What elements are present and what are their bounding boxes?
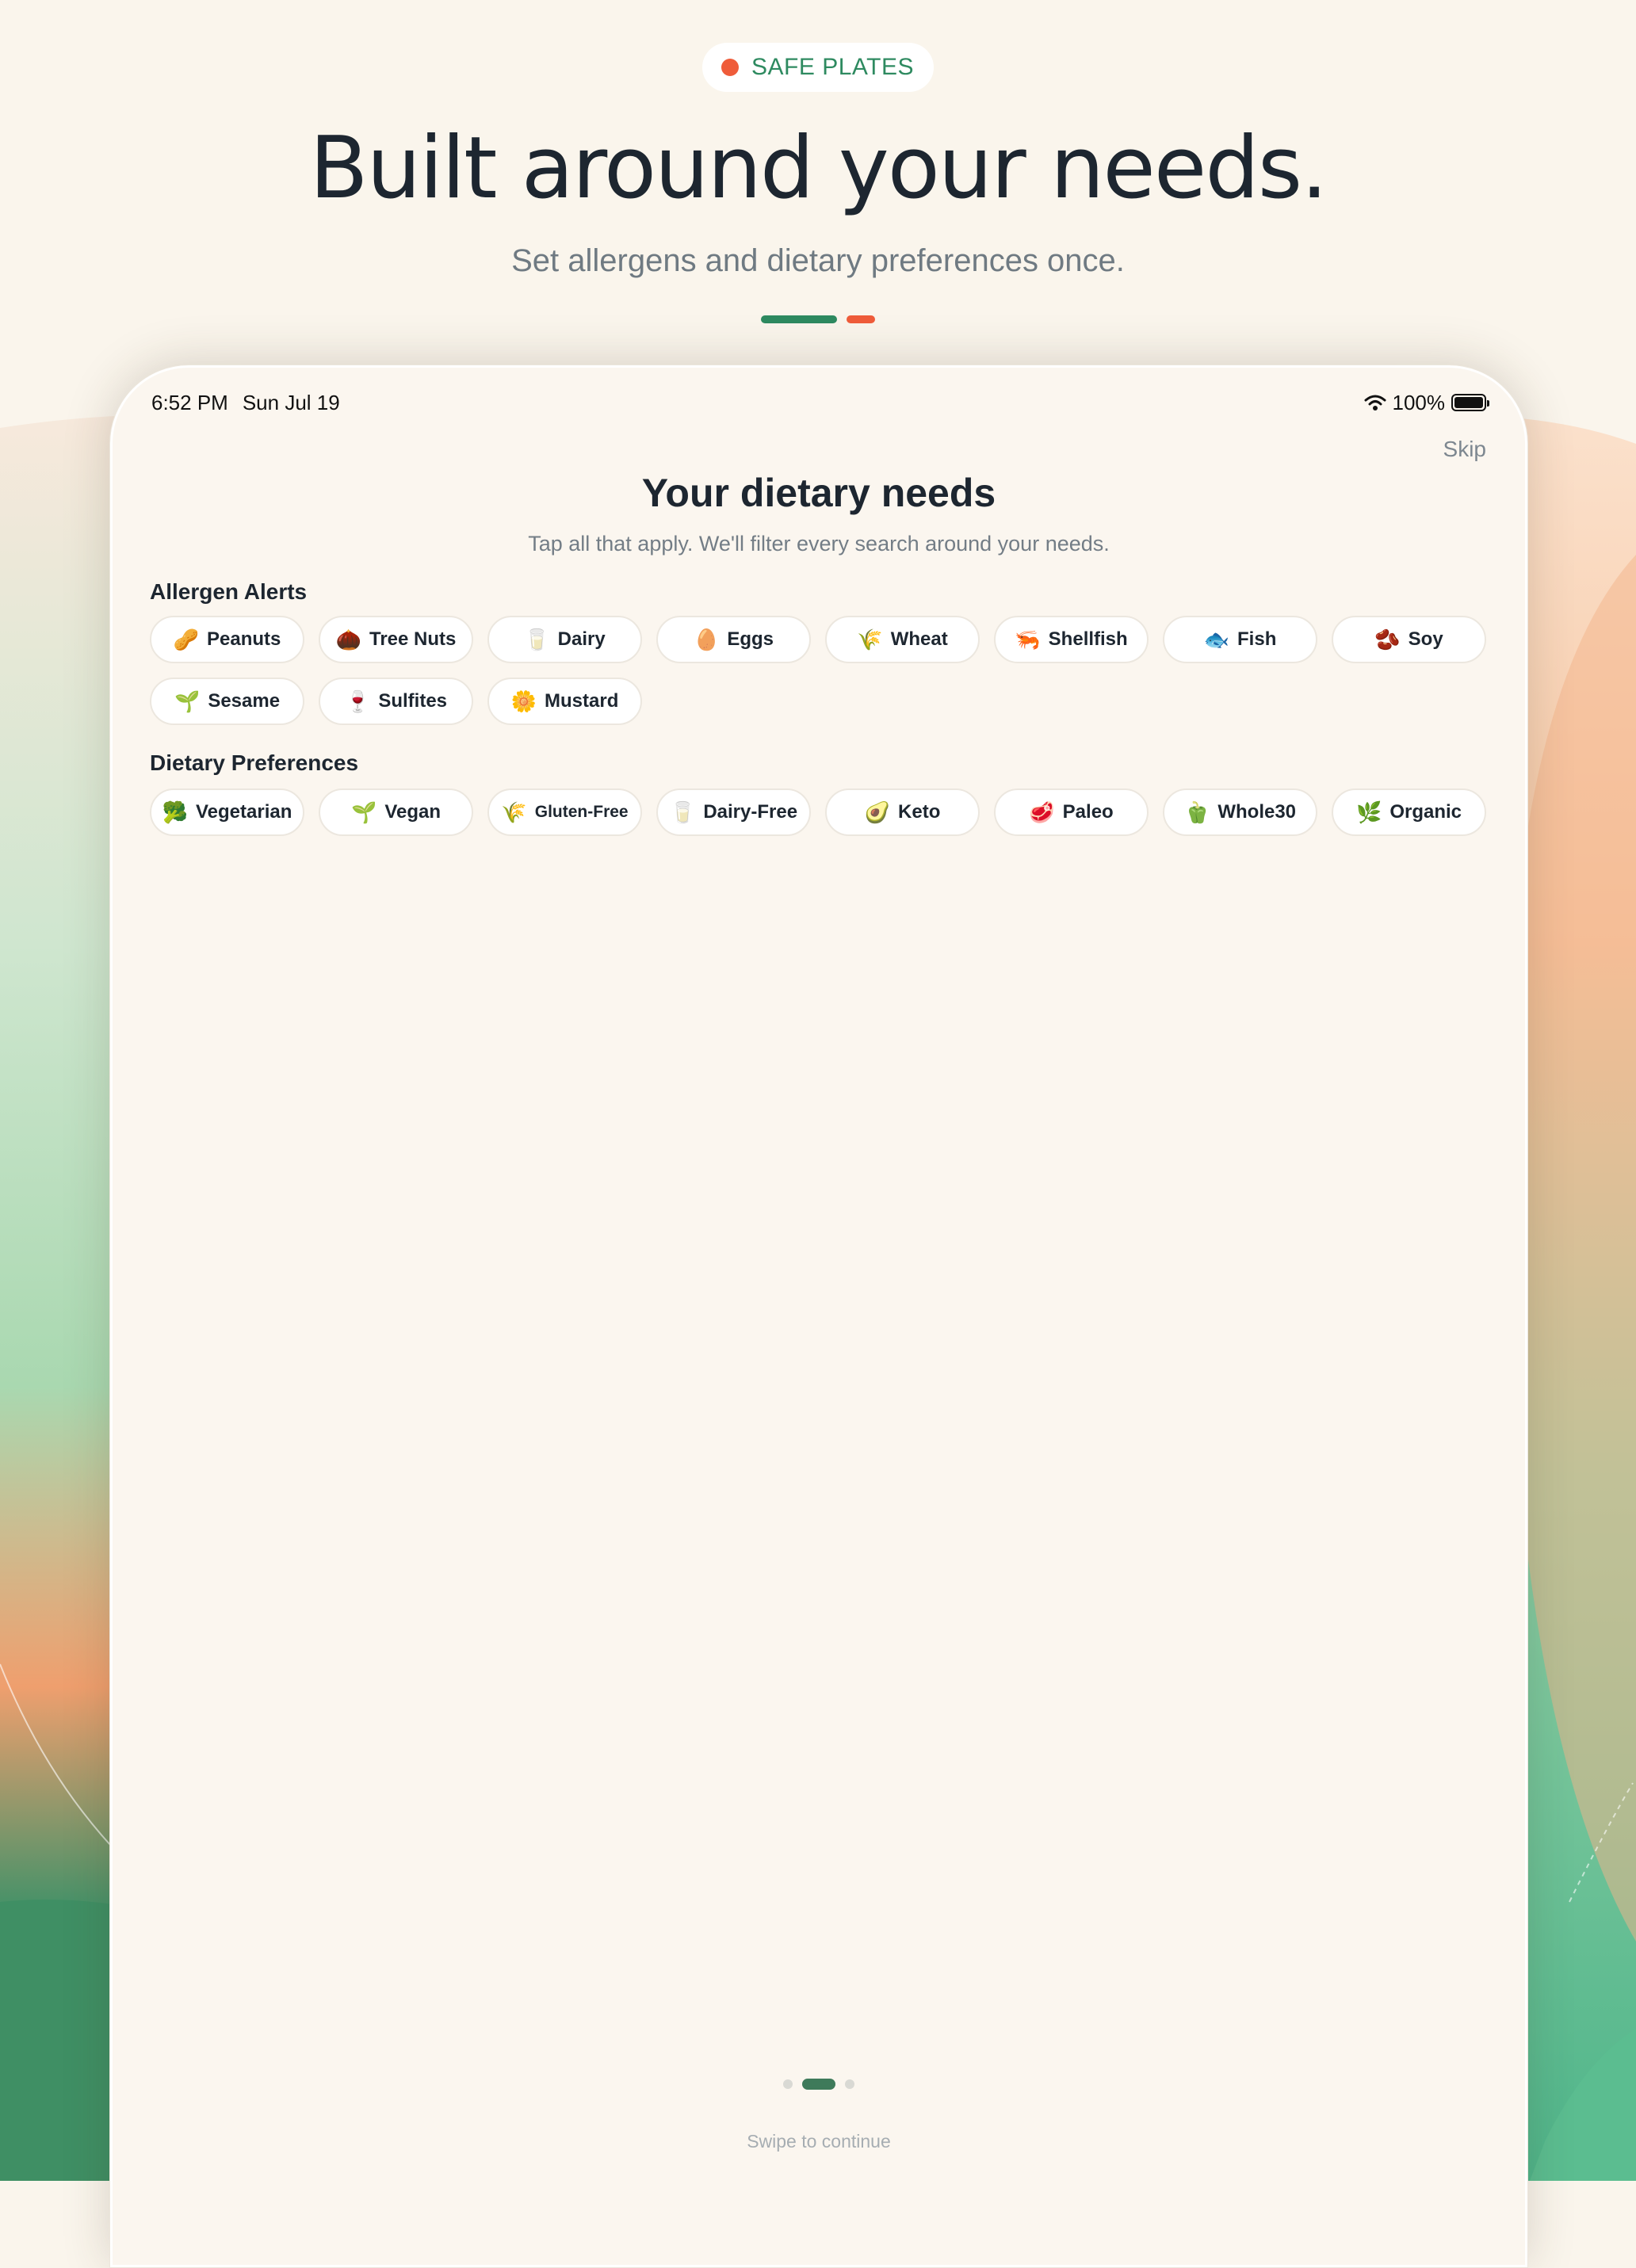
avocado-icon: 🥑 [864, 800, 891, 824]
chip-label: Gluten-Free [534, 803, 629, 821]
seedling-icon: 🌱 [174, 689, 201, 713]
chip-paleo[interactable]: 🥩 Paleo [994, 788, 1149, 836]
fish-icon: 🐟 [1203, 628, 1230, 651]
page-dot-active [802, 2079, 835, 2090]
marketing-header: SAFE PLATES Built around your needs. Set… [0, 0, 1636, 333]
milk-icon: 🥛 [669, 800, 696, 824]
pepper-icon: 🫑 [1183, 800, 1210, 824]
status-indicators: 100% [1364, 390, 1489, 415]
wheat-icon: 🌾 [501, 800, 527, 824]
chip-label: Vegan [384, 801, 441, 823]
chestnut-icon: 🌰 [335, 628, 361, 651]
chip-sulfites[interactable]: 🍷 Sulfites [319, 678, 473, 725]
status-bar: 6:52 PM Sun Jul 19 100% [151, 383, 1489, 422]
chip-label: Sesame [208, 690, 281, 712]
chip-gluten-free[interactable]: 🌾 Gluten-Free [487, 788, 642, 836]
chip-dairy[interactable]: 🥛 Dairy [487, 616, 642, 663]
brand-badge: SAFE PLATES [702, 43, 934, 92]
chip-organic[interactable]: 🌿 Organic [1332, 788, 1486, 836]
chip-keto[interactable]: 🥑 Keto [825, 788, 980, 836]
egg-icon: 🥚 [693, 628, 720, 651]
beans-icon: 🫘 [1374, 628, 1401, 651]
battery-icon [1451, 394, 1489, 411]
meat-icon: 🥩 [1029, 800, 1055, 824]
allergen-chip-grid: 🥜 Peanuts 🌰 Tree Nuts 🥛 Dairy 🥚 Eggs 🌾 Wheat 🦐 Shel… [150, 616, 1486, 725]
chip-peanuts[interactable]: 🥜 Peanuts [150, 616, 304, 663]
peanut-icon: 🥜 [173, 628, 199, 651]
page-dot [783, 2079, 793, 2089]
chip-label: Dairy-Free [703, 801, 798, 823]
chip-label: Peanuts [207, 628, 281, 650]
chip-label: Fish [1237, 628, 1277, 650]
battery-percentage: 100% [1392, 390, 1446, 414]
chip-eggs[interactable]: 🥚 Eggs [656, 616, 811, 663]
chip-vegan[interactable]: 🌱 Vegan [319, 788, 473, 836]
hero-accent-bar-green [761, 315, 837, 323]
chip-tree-nuts[interactable]: 🌰 Tree Nuts [319, 616, 473, 663]
chip-mustard[interactable]: 🌼 Mustard [487, 678, 642, 725]
wheat-icon: 🌾 [857, 628, 883, 651]
page-subtitle: Tap all that apply. We'll filter every s… [528, 532, 1110, 556]
chip-label: Sulfites [378, 690, 448, 712]
chip-soy[interactable]: 🫘 Soy [1332, 616, 1486, 663]
chip-fish[interactable]: 🐟 Fish [1163, 616, 1317, 663]
hero-accent-bar-orange [847, 315, 875, 323]
chip-label: Organic [1389, 801, 1462, 823]
page-dot [845, 2079, 854, 2089]
chip-dairy-free[interactable]: 🥛 Dairy-Free [656, 788, 811, 836]
chip-label: Soy [1408, 628, 1443, 650]
page-title: Your dietary needs [641, 471, 996, 515]
preference-chip-grid: 🥦 Vegetarian 🌱 Vegan 🌾 Gluten-Free 🥛 Dairy-Free… [150, 788, 1486, 836]
skip-button[interactable]: Skip [1443, 437, 1486, 462]
chip-shellfish[interactable]: 🦐 Shellfish [994, 616, 1149, 663]
brand-dot-icon [721, 59, 739, 76]
chip-label: Vegetarian [195, 801, 292, 823]
chip-label: Paleo [1062, 801, 1114, 823]
hero-title: Built around your needs. [309, 119, 1328, 218]
seedling-icon: 🌱 [350, 800, 377, 824]
swipe-hint: Swipe to continue [747, 2131, 891, 2152]
chip-vegetarian[interactable]: 🥦 Vegetarian [150, 788, 304, 836]
wine-icon: 🍷 [344, 689, 371, 713]
flower-icon: 🌼 [510, 689, 537, 713]
chip-label: Eggs [727, 628, 774, 650]
herb-icon: 🌿 [1355, 800, 1382, 824]
chip-label: Keto [898, 801, 941, 823]
chip-label: Shellfish [1048, 628, 1128, 650]
milk-icon: 🥛 [524, 628, 550, 651]
chip-label: Dairy [557, 628, 606, 650]
broccoli-icon: 🥦 [162, 800, 188, 824]
chip-wheat[interactable]: 🌾 Wheat [825, 616, 980, 663]
chip-sesame[interactable]: 🌱 Sesame [150, 678, 304, 725]
allergen-section-label: Allergen Alerts [150, 579, 308, 604]
brand-name: SAFE PLATES [751, 54, 915, 80]
shrimp-icon: 🦐 [1015, 628, 1041, 651]
chip-whole30[interactable]: 🫑 Whole30 [1163, 788, 1317, 836]
wifi-icon [1364, 395, 1386, 410]
chip-label: Whole30 [1217, 801, 1297, 823]
status-date: Sun Jul 19 [242, 390, 340, 414]
chip-label: Mustard [545, 690, 619, 712]
status-time: 6:52 PM [151, 390, 228, 414]
preferences-section-label: Dietary Preferences [150, 750, 359, 775]
tablet-screen: 6:52 PM Sun Jul 19 100% Skip Your dietar… [109, 365, 1528, 2268]
hero-subtitle: Set allergens and dietary preferences on… [511, 243, 1125, 278]
page-indicator [110, 2079, 1527, 2090]
chip-label: Wheat [890, 628, 948, 650]
chip-label: Tree Nuts [369, 628, 457, 650]
